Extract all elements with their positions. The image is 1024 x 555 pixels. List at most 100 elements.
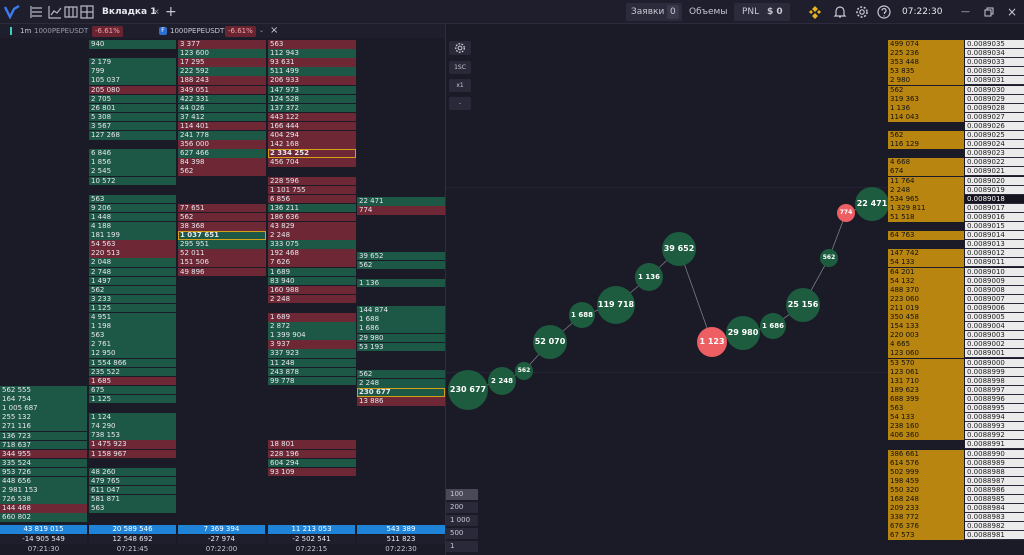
orderbook-price[interactable]: 0.0089004 [965, 322, 1024, 332]
orderbook-quantity[interactable]: 562 [888, 85, 964, 95]
orderbook-price[interactable]: 0.0088993 [965, 422, 1024, 432]
orderbook-price[interactable]: 0.0088988 [965, 467, 1024, 477]
orderbook-quantity[interactable]: 225 236 [888, 49, 964, 59]
orderbook-price[interactable]: 0.0088996 [965, 394, 1024, 404]
restore-window-icon[interactable] [984, 7, 994, 17]
orderbook-quantity[interactable]: 1 136 [888, 103, 964, 113]
orderbook-price[interactable]: 0.0089010 [965, 267, 1024, 277]
orderbook-price[interactable]: 0.0089031 [965, 76, 1024, 86]
orderbook-quantity[interactable]: 64 763 [888, 231, 964, 241]
orderbook-quantity[interactable]: 2 248 [888, 185, 964, 195]
orderbook-quantity[interactable]: 238 160 [888, 422, 964, 432]
orderbook-price[interactable]: 0.0089021 [965, 167, 1024, 177]
orderbook-quantity[interactable]: 67 573 [888, 531, 964, 541]
orderbook-quantity[interactable]: 563 [888, 404, 964, 414]
orderbook-price[interactable]: 0.0088995 [965, 404, 1024, 414]
buy-trade-bubble[interactable]: 52 070 [533, 325, 567, 359]
orderbook-price[interactable]: 0.0089015 [965, 222, 1024, 232]
orderbook-quantity[interactable]: 502 999 [888, 467, 964, 477]
orderbook-quantity[interactable] [888, 440, 964, 450]
orderbook-quantity[interactable]: 562 [888, 131, 964, 141]
orderbook-price[interactable]: 0.0089005 [965, 313, 1024, 323]
orderbook-quantity[interactable]: 51 518 [888, 212, 964, 222]
orderbook-price[interactable]: 0.0089028 [965, 103, 1024, 113]
orderbook-price[interactable]: 0.0089032 [965, 67, 1024, 77]
orderbook-price[interactable]: 0.0088990 [965, 449, 1024, 459]
columns-icon[interactable] [64, 5, 78, 19]
orderbook-quantity[interactable]: 54 133 [888, 413, 964, 423]
orderbook-quantity[interactable]: 211 019 [888, 303, 964, 313]
orderbook-price[interactable]: 0.0089006 [965, 303, 1024, 313]
orderbook-price[interactable]: 0.0089002 [965, 340, 1024, 350]
orderbook-price[interactable]: 0.0089003 [965, 331, 1024, 341]
orderbook-price[interactable]: 0.0089035 [965, 40, 1024, 50]
orderbook-quantity[interactable]: 488 370 [888, 285, 964, 295]
orderbook-quantity[interactable]: 406 360 [888, 431, 964, 441]
filter-option[interactable]: 1 000 [446, 515, 478, 526]
orderbook-price[interactable]: 0.0088991 [965, 440, 1024, 450]
orderbook-price[interactable]: 0.0089001 [965, 349, 1024, 359]
orderbook-quantity[interactable]: 53 570 [888, 358, 964, 368]
buy-trade-bubble[interactable]: 562 [515, 362, 533, 380]
orderbook-quantity[interactable]: 319 363 [888, 94, 964, 104]
orderbook-price[interactable]: 0.0088992 [965, 431, 1024, 441]
symbol-dropdown-icon[interactable]: ⌄ [259, 24, 264, 38]
orderbook-price[interactable]: 0.0088989 [965, 458, 1024, 468]
orderbook-price[interactable]: 0.0089027 [965, 112, 1024, 122]
buy-trade-bubble[interactable]: 29 980 [726, 316, 760, 350]
orderbook-quantity[interactable]: 147 742 [888, 249, 964, 259]
orderbook-price[interactable]: 0.0089009 [965, 276, 1024, 286]
orderbook-price[interactable]: 0.0089019 [965, 185, 1024, 195]
orderbook-price[interactable]: 0.0088999 [965, 367, 1024, 377]
orderbook-quantity[interactable]: 353 448 [888, 58, 964, 68]
buy-trade-bubble[interactable]: 22 471 [855, 187, 889, 221]
orderbook-quantity[interactable]: 209 233 [888, 504, 964, 514]
close-window-icon[interactable]: × [1007, 0, 1017, 24]
buy-trade-bubble[interactable]: 39 652 [662, 232, 696, 266]
orderbook-price[interactable]: 0.0089025 [965, 131, 1024, 141]
filter-option[interactable]: 500 [446, 528, 478, 539]
bell-icon[interactable] [833, 5, 847, 19]
orderbook-price[interactable]: 0.0089018 [965, 194, 1024, 204]
orderbook-quantity[interactable]: 123 060 [888, 349, 964, 359]
orderbook-price[interactable]: 0.0089030 [965, 85, 1024, 95]
orderbook-quantity[interactable]: 54 133 [888, 258, 964, 268]
binance-icon[interactable] [808, 5, 822, 19]
orderbook-price[interactable]: 0.0089012 [965, 249, 1024, 259]
orderbook-price[interactable]: 0.0089017 [965, 203, 1024, 213]
orderbook-price[interactable]: 0.0088987 [965, 476, 1024, 486]
filter-option-selected[interactable]: 100 [446, 489, 478, 500]
buy-trade-bubble[interactable]: 562 [820, 249, 838, 267]
orderbook-price[interactable]: 0.0088998 [965, 376, 1024, 386]
orderbook-quantity[interactable] [888, 222, 964, 232]
orderbook-quantity[interactable]: 64 201 [888, 267, 964, 277]
orderbook-price[interactable]: 0.0088982 [965, 522, 1024, 532]
orderbook-quantity[interactable]: 154 133 [888, 322, 964, 332]
orderbook-quantity[interactable]: 54 132 [888, 276, 964, 286]
orderbook-price[interactable]: 0.0088984 [965, 504, 1024, 514]
orderbook-price[interactable]: 0.0089014 [965, 231, 1024, 241]
orderbook-price[interactable]: 0.0088983 [965, 513, 1024, 523]
orderbook-price[interactable]: 0.0089007 [965, 294, 1024, 304]
orderbook-price[interactable]: 0.0089022 [965, 158, 1024, 168]
grid-icon[interactable] [80, 5, 94, 19]
orderbook-price[interactable]: 0.0088986 [965, 485, 1024, 495]
orderbook-quantity[interactable]: 4 665 [888, 340, 964, 350]
buy-trade-bubble[interactable]: 2 248 [488, 367, 516, 395]
orderbook-price[interactable]: 0.0088981 [965, 531, 1024, 541]
orderbook-quantity[interactable]: 674 [888, 167, 964, 177]
orderbook-price[interactable]: 0.0088994 [965, 413, 1024, 423]
tab-active[interactable]: Вкладка 1 [102, 0, 156, 24]
orderbook-quantity[interactable] [888, 121, 964, 131]
orderbook-quantity[interactable]: 114 043 [888, 112, 964, 122]
buy-trade-bubble[interactable]: 1 688 [569, 302, 595, 328]
help-icon[interactable] [877, 5, 891, 19]
orderbook-quantity[interactable]: 198 459 [888, 476, 964, 486]
add-tab-button[interactable]: + [165, 0, 177, 24]
close-instrument-icon[interactable]: × [270, 24, 278, 38]
buy-trade-bubble[interactable]: 230 677 [448, 370, 488, 410]
orderbook-quantity[interactable]: 189 623 [888, 385, 964, 395]
orderbook-price[interactable]: 0.0089023 [965, 149, 1024, 159]
tab-close-icon[interactable]: × [153, 0, 160, 24]
buy-trade-bubble[interactable]: 1 136 [635, 263, 663, 291]
